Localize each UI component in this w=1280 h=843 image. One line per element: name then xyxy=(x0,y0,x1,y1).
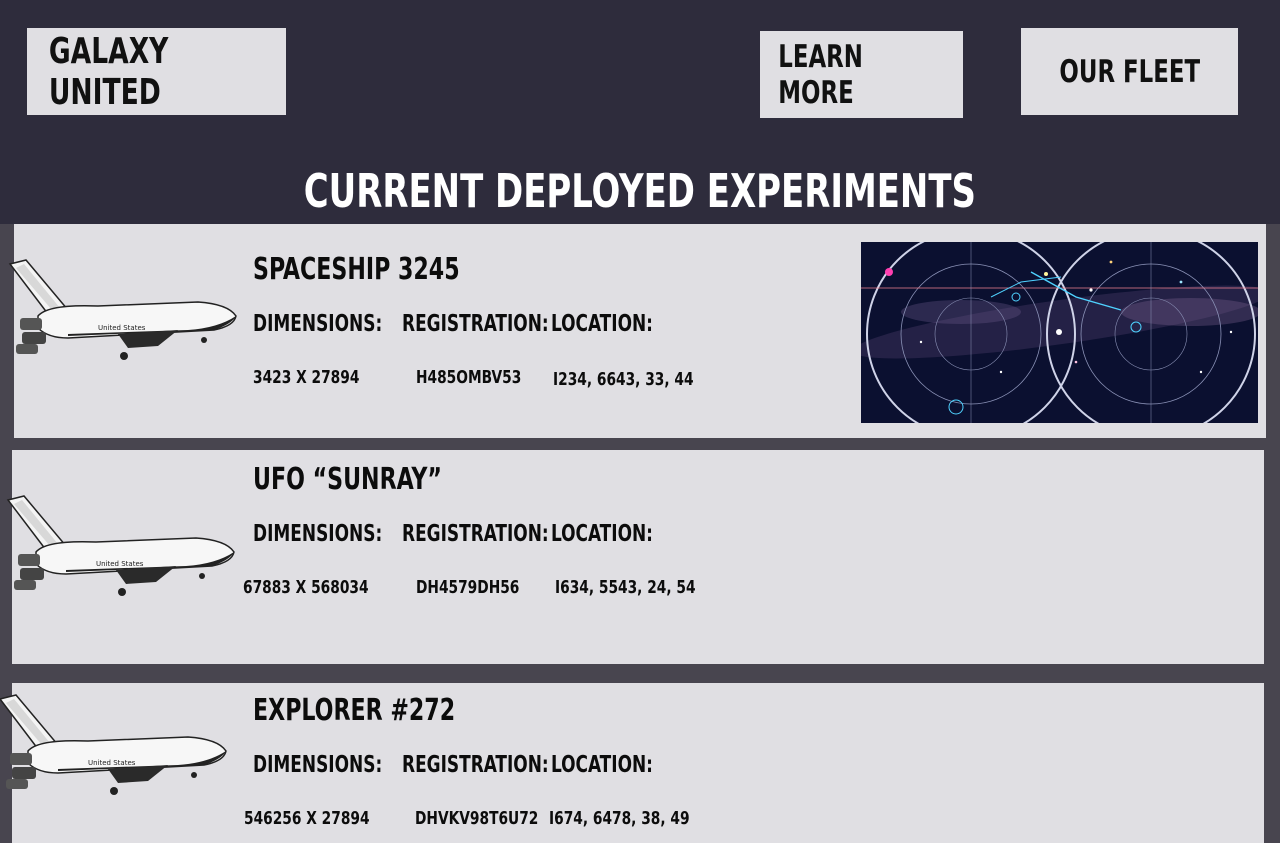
brand-logo-button[interactable]: GALAXY UNITED xyxy=(27,28,286,115)
location-value: I634, 5543, 24, 54 xyxy=(555,577,696,598)
registration-value: DHVKV98T6U72 xyxy=(415,808,539,829)
svg-text:United States: United States xyxy=(88,759,136,767)
svg-text:United States: United States xyxy=(96,560,144,568)
registration-label: REGISTRATION: xyxy=(402,752,549,778)
experiment-card: United States SPACESHIP 3245 DIMENSIONS:… xyxy=(8,224,1266,438)
experiment-card: United States EXPLORER #272 DIMENSIONS: … xyxy=(0,683,1264,843)
dimensions-label: DIMENSIONS: xyxy=(253,752,383,778)
svg-text:United States: United States xyxy=(98,324,146,332)
learn-more-label: LEARN MORE xyxy=(778,38,863,111)
star-map-image xyxy=(861,242,1258,423)
dimensions-label: DIMENSIONS: xyxy=(253,311,383,337)
location-label: LOCATION: xyxy=(551,752,653,778)
experiment-title: EXPLORER #272 xyxy=(253,693,456,728)
dimensions-label: DIMENSIONS: xyxy=(253,521,383,547)
our-fleet-label: OUR FLEET xyxy=(1059,53,1200,90)
location-label: LOCATION: xyxy=(551,311,653,337)
dimensions-value: 67883 X 568034 xyxy=(243,577,369,598)
dimensions-value: 546256 X 27894 xyxy=(244,808,370,829)
shuttle-icon: United States xyxy=(6,495,235,596)
experiment-card: United States UFO “SUNRAY” DIMENSIONS: R… xyxy=(6,450,1264,664)
registration-label: REGISTRATION: xyxy=(402,521,549,547)
shuttle-icon: United States xyxy=(8,259,237,360)
registration-value: DH4579DH56 xyxy=(416,577,520,598)
dimensions-value: 3423 X 27894 xyxy=(253,367,360,388)
location-value: I234, 6643, 33, 44 xyxy=(553,369,694,390)
registration-value: H485OMBV53 xyxy=(416,367,522,388)
our-fleet-button[interactable]: OUR FLEET xyxy=(1021,28,1238,115)
shuttle-icon: United States xyxy=(0,694,227,795)
registration-label: REGISTRATION: xyxy=(402,311,549,337)
experiment-title: SPACESHIP 3245 xyxy=(253,252,460,287)
location-label: LOCATION: xyxy=(551,521,653,547)
site-header: GALAXY UNITED LEARN MORE OUR FLEET CURRE… xyxy=(0,0,1280,224)
learn-more-button[interactable]: LEARN MORE xyxy=(760,31,963,118)
page-title-text: CURRENT DEPLOYED EXPERIMENTS xyxy=(303,164,977,218)
page-title: CURRENT DEPLOYED EXPERIMENTS xyxy=(0,164,1280,218)
experiment-title: UFO “SUNRAY” xyxy=(253,462,442,497)
location-value: I674, 6478, 38, 49 xyxy=(549,808,690,829)
brand-label: GALAXY UNITED xyxy=(48,30,169,113)
